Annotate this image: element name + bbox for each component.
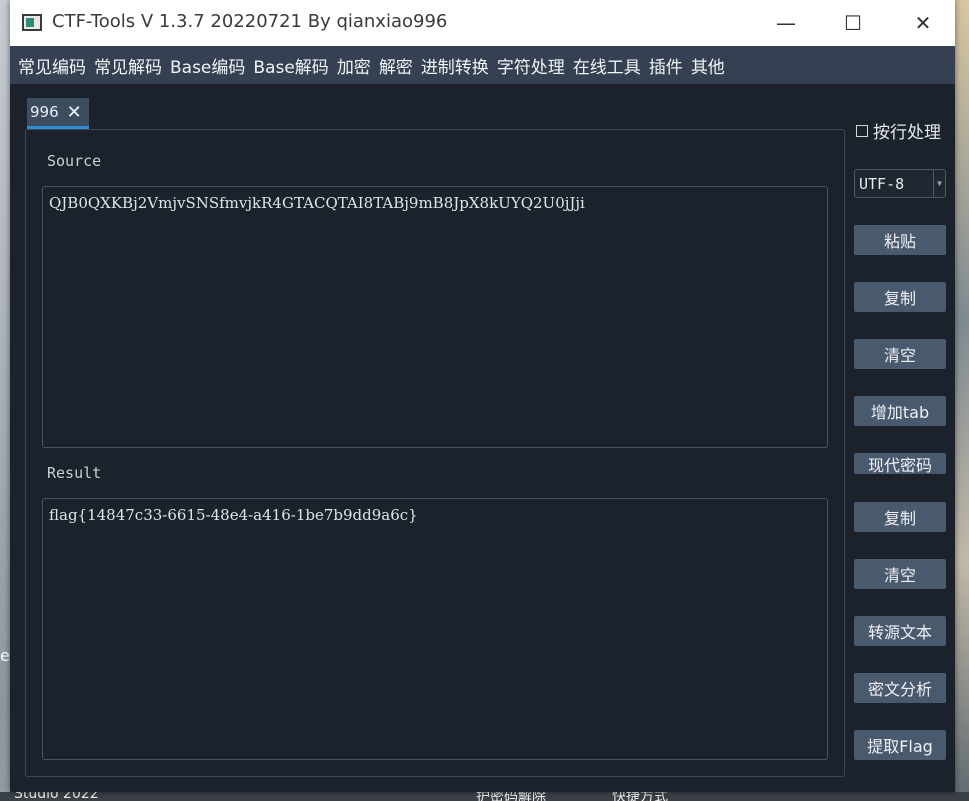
desktop-background-right xyxy=(955,0,969,801)
title-bar[interactable]: CTF-Tools V 1.3.7 20220721 By qianxiao99… xyxy=(10,0,955,46)
window-title: CTF-Tools V 1.3.7 20220721 By qianxiao99… xyxy=(52,11,448,32)
maximize-button[interactable]: ☐ xyxy=(830,0,876,46)
app-icon xyxy=(22,14,42,31)
copy-source-button[interactable]: 复制 xyxy=(854,282,946,312)
tab-996[interactable]: 996 ✕ xyxy=(27,98,89,129)
encoding-value: UTF-8 xyxy=(859,174,905,193)
menu-plugins[interactable]: 插件 xyxy=(649,53,683,78)
close-icon[interactable]: ✕ xyxy=(67,102,82,123)
desktop-icon-label[interactable]: Studio 2022 xyxy=(14,792,99,801)
chevron-down-icon[interactable]: ▼ xyxy=(933,170,945,197)
paste-button[interactable]: 粘贴 xyxy=(854,225,946,255)
desktop-icon-label[interactable]: 快捷方式 xyxy=(612,792,668,801)
extract-flag-button[interactable]: 提取Flag xyxy=(854,730,946,760)
menu-base-decode[interactable]: Base解码 xyxy=(253,53,328,78)
source-label: Source xyxy=(47,152,102,170)
tab-content-panel: Source QJB0QXKBj2VmjvSNSfmvjkR4GTACQTAI8… xyxy=(25,129,845,777)
to-source-button[interactable]: 转源文本 xyxy=(854,616,946,646)
minimize-button[interactable]: — xyxy=(763,0,809,46)
desktop-icon-labels: Studio 2022 护密码解除 快捷方式 xyxy=(0,792,969,801)
menu-encrypt[interactable]: 加密 xyxy=(337,53,371,78)
source-textarea[interactable]: QJB0QXKBj2VmjvSNSfmvjkR4GTACQTAI8TABj9mB… xyxy=(42,186,828,448)
tab-label: 996 xyxy=(30,103,59,121)
desktop-icon-label[interactable]: 护密码解除 xyxy=(476,792,546,801)
cipher-analysis-button[interactable]: 密文分析 xyxy=(854,673,946,703)
menu-other[interactable]: 其他 xyxy=(691,53,725,78)
menu-radix-convert[interactable]: 进制转换 xyxy=(421,53,489,78)
menu-base-encode[interactable]: Base编码 xyxy=(170,53,245,78)
clear-source-button[interactable]: 清空 xyxy=(854,339,946,369)
line-mode-label: 按行处理 xyxy=(873,123,941,143)
copy-result-button[interactable]: 复制 xyxy=(854,502,946,532)
app-window: CTF-Tools V 1.3.7 20220721 By qianxiao99… xyxy=(10,0,955,792)
result-textarea[interactable]: flag{14847c33-6615-48e4-a416-1be7b9dd9a6… xyxy=(42,498,828,760)
menu-common-decode[interactable]: 常见解码 xyxy=(94,53,162,78)
clear-result-button[interactable]: 清空 xyxy=(854,559,946,589)
result-label: Result xyxy=(47,464,102,482)
menu-decrypt[interactable]: 解密 xyxy=(379,53,413,78)
modern-cipher-button[interactable]: 现代密码 xyxy=(854,453,946,475)
menu-bar: 常见编码 常见解码 Base编码 Base解码 加密 解密 进制转换 字符处理 … xyxy=(10,46,955,84)
menu-online-tools[interactable]: 在线工具 xyxy=(573,53,641,78)
menu-string-process[interactable]: 字符处理 xyxy=(497,53,565,78)
line-mode-checkbox[interactable]: 按行处理 xyxy=(856,118,941,143)
close-button[interactable]: ✕ xyxy=(900,0,946,46)
menu-common-encode[interactable]: 常见编码 xyxy=(18,53,86,78)
encoding-select[interactable]: UTF-8 ▼ xyxy=(854,169,946,198)
checkbox-box[interactable] xyxy=(856,124,868,137)
add-tab-button[interactable]: 增加tab xyxy=(854,396,946,426)
desktop-icon-label-fragment: e xyxy=(0,646,10,665)
